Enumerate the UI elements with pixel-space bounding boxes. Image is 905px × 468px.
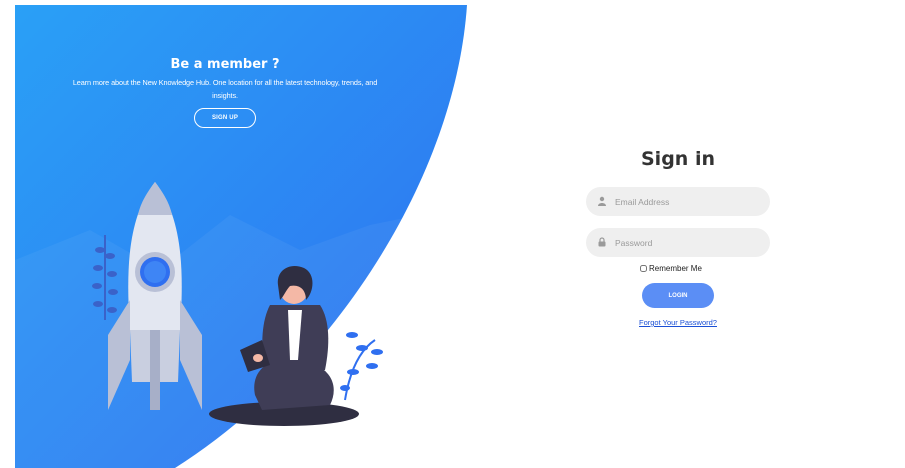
- signup-button[interactable]: SIGN UP: [194, 108, 256, 128]
- promo-description: Learn more about the New Knowledge Hub. …: [72, 78, 378, 100]
- remember-label: Remember Me: [649, 264, 702, 273]
- remember-me[interactable]: Remember Me: [640, 264, 702, 273]
- password-field[interactable]: [586, 228, 770, 257]
- forgot-password-link[interactable]: Forgot Your Password?: [586, 318, 770, 327]
- signin-title: Sign in: [641, 148, 715, 170]
- email-input[interactable]: [613, 195, 767, 208]
- login-button[interactable]: LOGIN: [642, 283, 714, 308]
- lock-icon: [597, 234, 607, 252]
- remember-checkbox[interactable]: [640, 265, 647, 272]
- password-input[interactable]: [613, 236, 767, 249]
- user-icon: [597, 193, 607, 211]
- email-field[interactable]: [586, 187, 770, 216]
- promo-title: Be a member ?: [170, 57, 280, 72]
